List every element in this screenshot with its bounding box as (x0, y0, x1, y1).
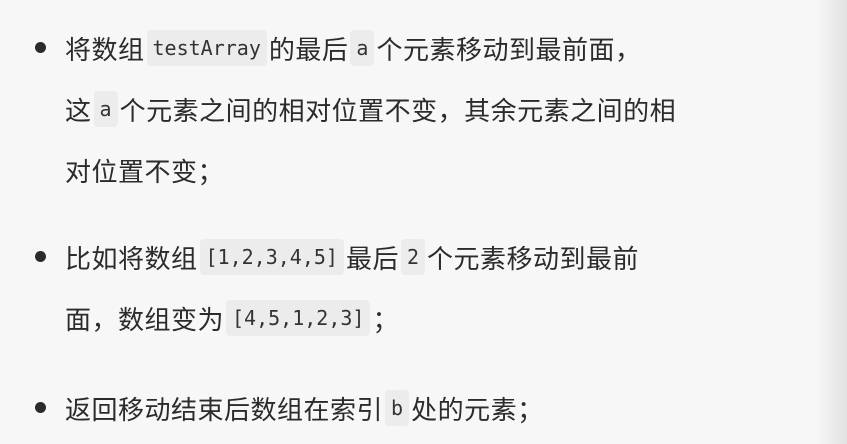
text-run: 返回移动结束后数组在索引 (65, 395, 384, 426)
text-run: 将数组 (65, 35, 145, 66)
text-run: 比如将数组 (65, 244, 198, 275)
text-run: 对位置不变； (65, 157, 225, 188)
text-line: 面，数组变为 [4,5,1,2,3] ； (65, 298, 399, 338)
text-run: ； (372, 305, 399, 336)
text-run: 处的元素； (411, 395, 544, 426)
bullet-icon (35, 402, 46, 413)
inline-code: a (350, 30, 375, 66)
inline-code: [1,2,3,4,5] (199, 239, 344, 275)
text-line: 这 a 个元素之间的相对位置不变，其余元素之间的相 (65, 89, 676, 129)
bullet-list: 将数组 testArray 的最后 a 个元素移动到最前面， 这 a 个元素之间… (0, 0, 847, 444)
text-run: 这 (65, 96, 92, 127)
text-run: 个元素移动到最前 (427, 244, 640, 275)
inline-code: [4,5,1,2,3] (226, 300, 371, 336)
bullet-icon (35, 42, 46, 53)
inline-code: testArray (146, 30, 267, 66)
text-line: 返回移动结束后数组在索引 b 处的元素； (65, 388, 544, 428)
text-line: 将数组 testArray 的最后 a 个元素移动到最前面， (65, 28, 641, 68)
inline-code: b (385, 390, 410, 426)
text-run: 最后 (345, 244, 399, 275)
text-run: 个元素之间的相对位置不变，其余元素之间的相 (119, 96, 677, 127)
text-run: 的最后 (268, 35, 349, 66)
inline-code: 2 (400, 239, 426, 275)
bullet-icon (35, 251, 46, 262)
text-run: 面，数组变为 (65, 305, 225, 336)
text-line: 比如将数组 [1,2,3,4,5] 最后 2 个元素移动到最前 (65, 237, 639, 277)
text-run: 个元素移动到最前面， (376, 35, 642, 66)
inline-code: a (93, 91, 118, 127)
text-line: 对位置不变； (65, 150, 224, 190)
